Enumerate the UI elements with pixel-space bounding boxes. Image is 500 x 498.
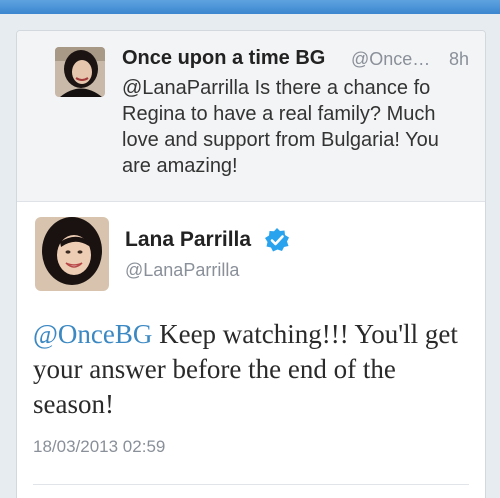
reply-time: 8h [449, 49, 470, 69]
author-handle[interactable]: @LanaParrilla [125, 260, 239, 281]
tweet-timestamp: 18/03/2013 02:59 [33, 437, 166, 456]
verified-badge-icon [264, 227, 290, 253]
reply-author-name[interactable]: Once upon a time BG [122, 47, 325, 70]
reply-author-avatar[interactable] [55, 47, 105, 97]
in-reply-to-tweet[interactable]: Once upon a time BG @Once… 8h @LanaParri… [17, 31, 485, 202]
app-top-bar [0, 0, 500, 14]
divider [33, 484, 469, 485]
author-avatar[interactable] [35, 217, 109, 291]
mention-link[interactable]: @OnceBG [33, 319, 152, 349]
tweet-card: Once upon a time BG @Once… 8h @LanaParri… [16, 30, 486, 498]
tweet-text: @OnceBG Keep watching!!! You'll get your… [33, 317, 473, 422]
reply-author-handle[interactable]: @Once… [351, 49, 430, 70]
reply-tweet-text: @LanaParrilla Is there a chance fo Regin… [122, 77, 439, 177]
author-display-name[interactable]: Lana Parrilla [125, 228, 251, 252]
